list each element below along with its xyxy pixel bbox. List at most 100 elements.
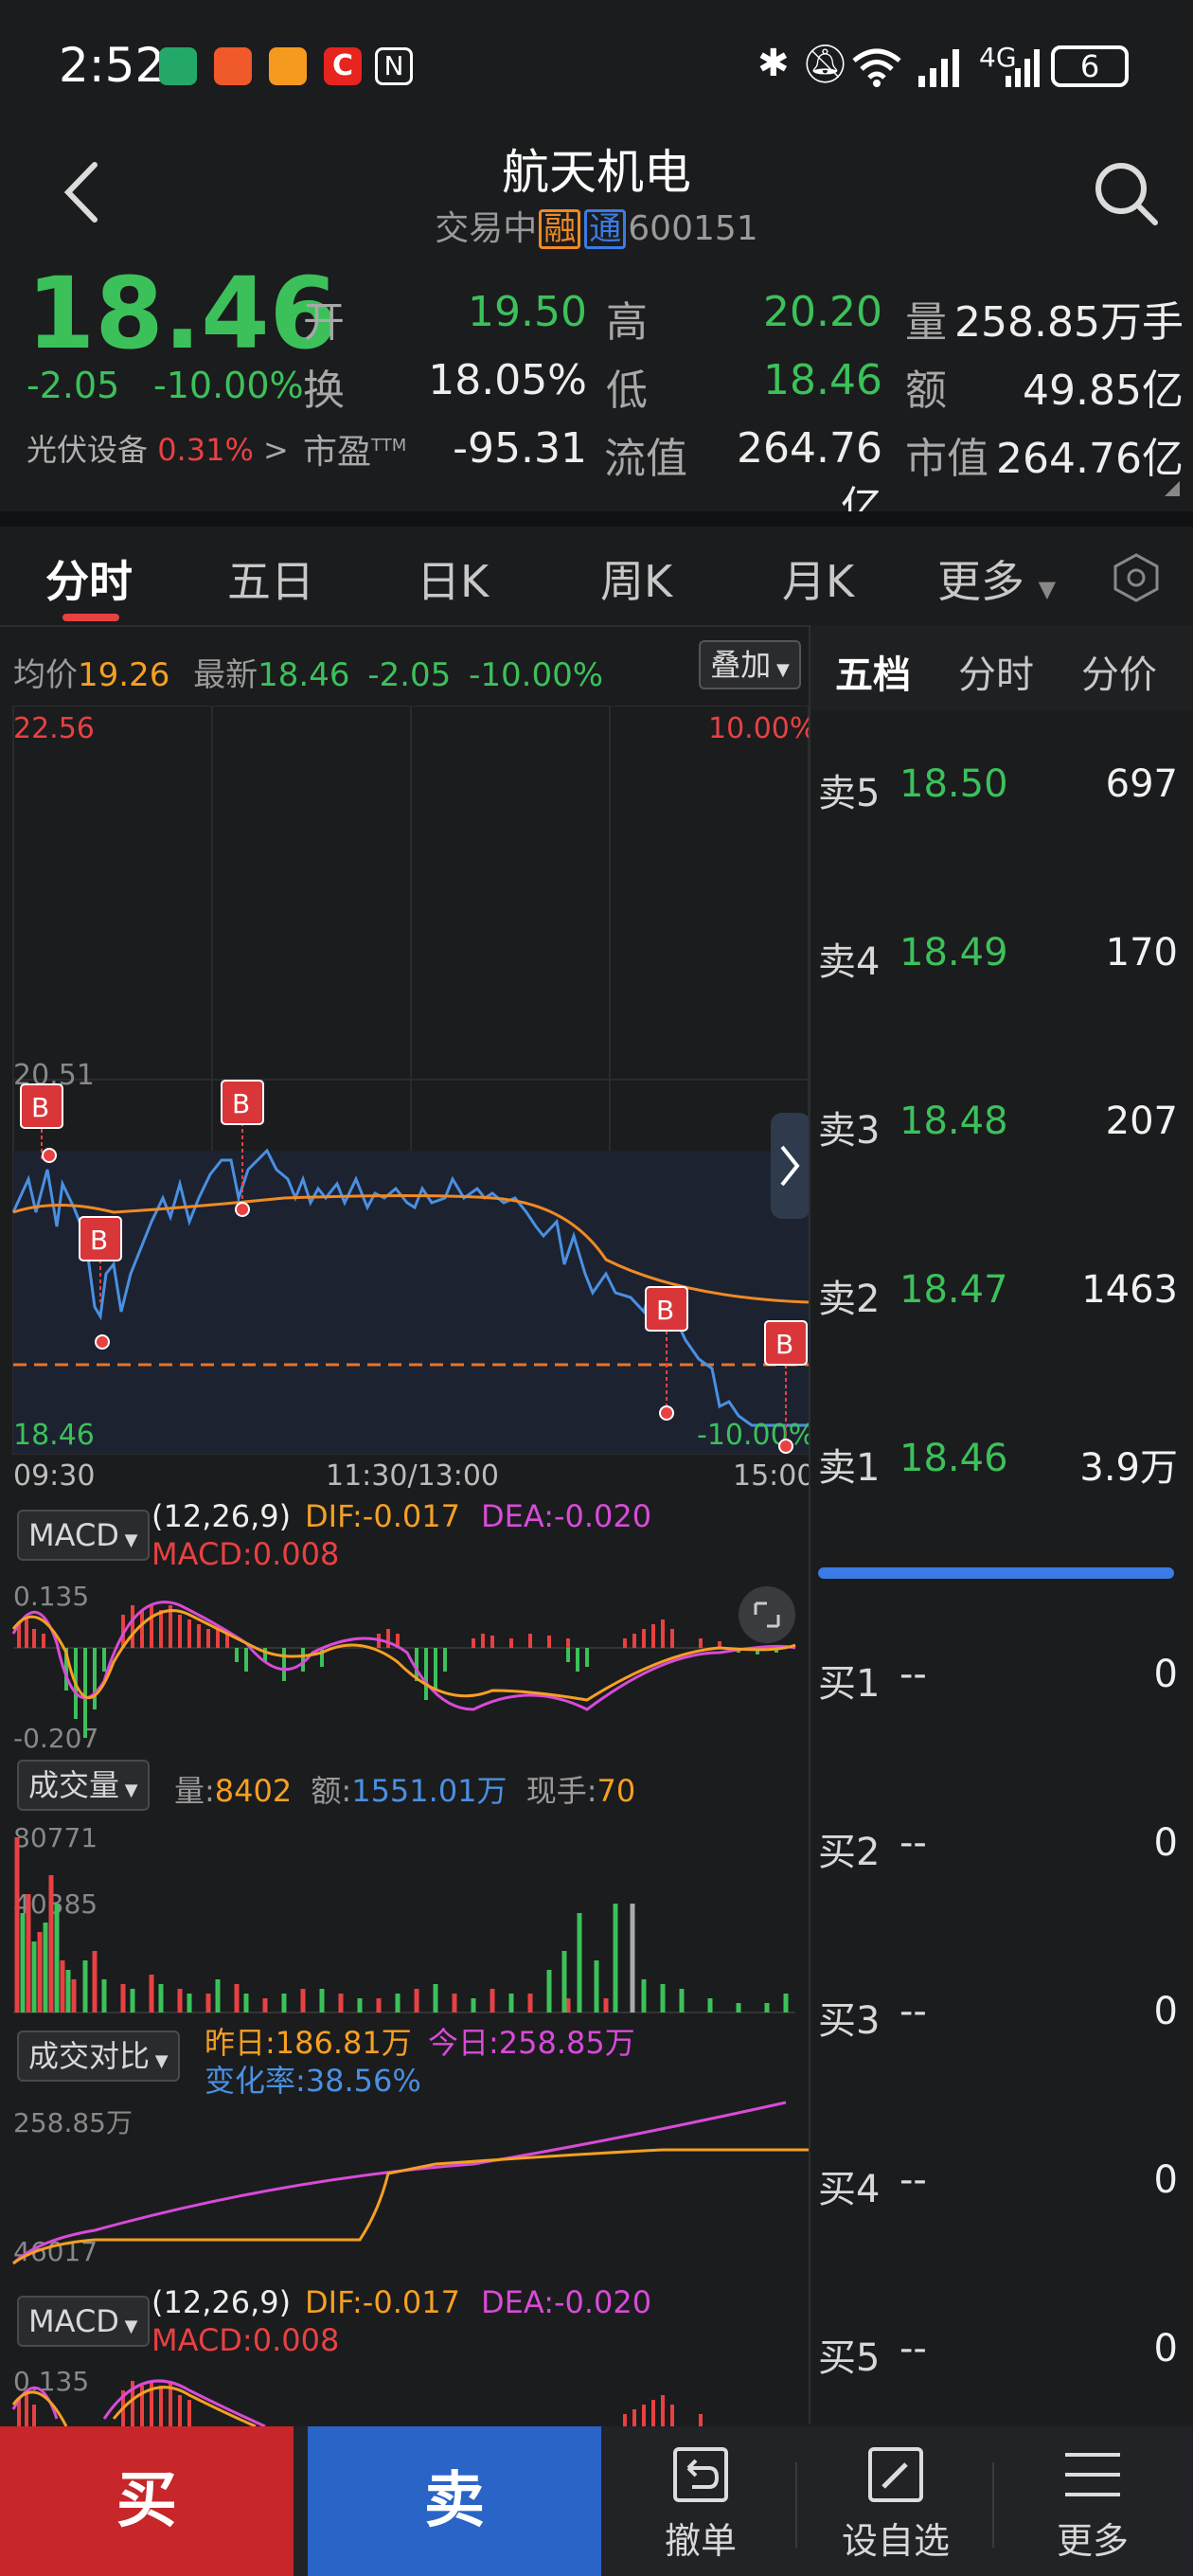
- ask-row: 卖3 18.48 207: [818, 1100, 1178, 1153]
- more-button[interactable]: 更多: [1007, 2443, 1178, 2564]
- turnover-value: 18.05%: [428, 356, 587, 404]
- status-bar: 2:52 C N ✱ 🔕︎ 4G 6: [0, 0, 1193, 133]
- chevron-right-icon: >: [263, 432, 289, 468]
- open-label: 开: [303, 298, 345, 347]
- bid-row: 买1 -- 0: [818, 1653, 1178, 1706]
- orderbook-ratio-bar: [818, 1567, 1174, 1579]
- divider: [0, 511, 1193, 527]
- macd2-value: MACD:0.008: [151, 2322, 340, 2358]
- status-time: 2:52: [59, 38, 166, 93]
- tab-ticks[interactable]: 分时: [958, 644, 1034, 699]
- tab-intraday[interactable]: 分时: [45, 547, 133, 610]
- ask-row: 卖4 18.49 170: [818, 931, 1178, 984]
- macd-value: MACD:0.008: [151, 1536, 340, 1572]
- avg-price: 19.26: [78, 656, 170, 694]
- compare-today: 今日:258.85万: [428, 2025, 635, 2061]
- tab-price-dist[interactable]: 分价: [1081, 644, 1157, 699]
- stock-code: 600151: [628, 209, 758, 248]
- svg-text:B: B: [31, 1092, 49, 1123]
- active-tab-indicator: [62, 614, 119, 621]
- stock-name: 航天机电: [502, 145, 691, 200]
- x-axis-mid: 11:30/13:00: [326, 1459, 499, 1492]
- macd-dea: DEA:-0.020: [481, 1498, 652, 1534]
- compare-selector[interactable]: 成交对比 ▼: [17, 2030, 180, 2082]
- nfc-icon: N: [375, 47, 413, 85]
- macd-chart: 0.135 -0.207: [11, 1581, 796, 1754]
- macd2-params: (12,26,9): [151, 2284, 292, 2320]
- sector-link[interactable]: 光伏设备 0.31% >: [27, 426, 289, 470]
- svg-text:80771: 80771: [13, 1822, 98, 1853]
- sell-button[interactable]: 卖: [308, 2426, 601, 2576]
- float-label: 流值: [604, 435, 687, 483]
- macd-selector-2[interactable]: MACD ▼: [17, 2296, 150, 2347]
- tab-week-k[interactable]: 周K: [600, 547, 672, 610]
- ask-row: 卖1 18.46 3.9万: [818, 1437, 1178, 1490]
- svg-text:B: B: [232, 1088, 250, 1119]
- x-axis-end: 15:00: [733, 1459, 810, 1492]
- sector-name: 光伏设备: [27, 432, 149, 468]
- mcap-value: 264.76亿: [996, 435, 1184, 483]
- tab-more[interactable]: 更多 ▼: [937, 547, 1056, 610]
- app-notification-icon: [159, 47, 197, 85]
- x-axis-start: 09:30: [13, 1459, 95, 1492]
- pe-value: -95.31: [453, 424, 587, 473]
- pe-label: 市盈TTM: [303, 433, 407, 472]
- mcap-label: 市值: [905, 435, 988, 483]
- open-value: 19.50: [468, 288, 587, 336]
- compare-chart: 258.85万 46017: [11, 2101, 809, 2267]
- settings-hexagon-icon[interactable]: [1110, 551, 1163, 604]
- tab-month-k[interactable]: 月K: [782, 547, 854, 610]
- macd2-dea: DEA:-0.020: [481, 2284, 652, 2320]
- add-watchlist-button[interactable]: 设自选: [810, 2443, 981, 2564]
- y-axis-bottom-label: 18.46: [13, 1419, 95, 1452]
- battery-icon: 6: [1051, 45, 1129, 87]
- signal-icon: [918, 49, 959, 87]
- macd-params: (12,26,9): [151, 1498, 292, 1534]
- tab-five-day[interactable]: 五日: [227, 547, 314, 610]
- cancel-order-button[interactable]: 撤单: [615, 2443, 786, 2564]
- menu-icon: [1065, 2453, 1120, 2496]
- app-notification-icon: [269, 47, 307, 85]
- trade-status: 交易中: [435, 209, 538, 248]
- ask-row: 卖2 18.47 1463: [818, 1268, 1178, 1321]
- macd-selector[interactable]: MACD ▼: [17, 1510, 150, 1561]
- margin-tag: 融: [539, 209, 581, 249]
- edit-icon: [868, 2447, 923, 2502]
- tab-day-k[interactable]: 日K: [417, 547, 489, 610]
- current-price: 18.46: [27, 256, 338, 371]
- signal-icon: [1006, 49, 1040, 87]
- volume-selector[interactable]: 成交量 ▼: [17, 1760, 150, 1811]
- chart-info-row: 均价19.26 最新18.46 -2.05 -10.00%: [13, 656, 604, 694]
- expand-corner-icon[interactable]: [1163, 479, 1182, 498]
- ask-row: 卖5 18.50 697: [818, 762, 1178, 815]
- sector-pct: 0.31%: [157, 432, 254, 468]
- buy-marker[interactable]: B: [20, 1083, 63, 1163]
- fullscreen-icon[interactable]: [739, 1586, 795, 1643]
- wifi-icon: [852, 48, 901, 87]
- stock-subtitle: 交易中融通 600151: [0, 201, 1193, 250]
- svg-text:0.135: 0.135: [13, 1581, 89, 1612]
- divider: [795, 2462, 797, 2548]
- latest-price: 18.46: [258, 656, 350, 694]
- macd-dif: DIF:-0.017: [305, 1498, 460, 1534]
- expand-panel-button[interactable]: [771, 1113, 810, 1219]
- tab-five-levels[interactable]: 五档: [835, 644, 911, 699]
- y-axis-top-pct: 10.00%: [708, 712, 810, 745]
- mute-icon: 🔕︎: [801, 43, 849, 86]
- svg-text:258.85万: 258.85万: [13, 2107, 133, 2138]
- search-icon[interactable]: [1089, 156, 1165, 232]
- buy-button[interactable]: 买: [0, 2426, 294, 2576]
- y-axis-top-label: 22.56: [13, 712, 95, 745]
- app-notification-icon: C: [324, 47, 362, 85]
- overlay-dropdown[interactable]: 叠加 ▼: [699, 640, 801, 689]
- price-change-pct: -10.00%: [153, 365, 304, 406]
- price-change: -2.05: [27, 365, 120, 406]
- bluetooth-icon: ✱: [757, 42, 790, 85]
- volume-info: 量:8402 额:1551.01万 现手:70: [174, 1773, 636, 1809]
- high-value: 20.20: [763, 288, 882, 336]
- bid-row: 买4 -- 0: [818, 2158, 1178, 2211]
- intraday-chart[interactable]: 22.56 10.00% 20.51 18.46 -10.00% 09:30 1…: [0, 706, 810, 1492]
- volume-label: 量: [905, 298, 947, 347]
- y-axis-bottom-pct: -10.00%: [697, 1419, 810, 1452]
- undo-icon: [673, 2447, 728, 2502]
